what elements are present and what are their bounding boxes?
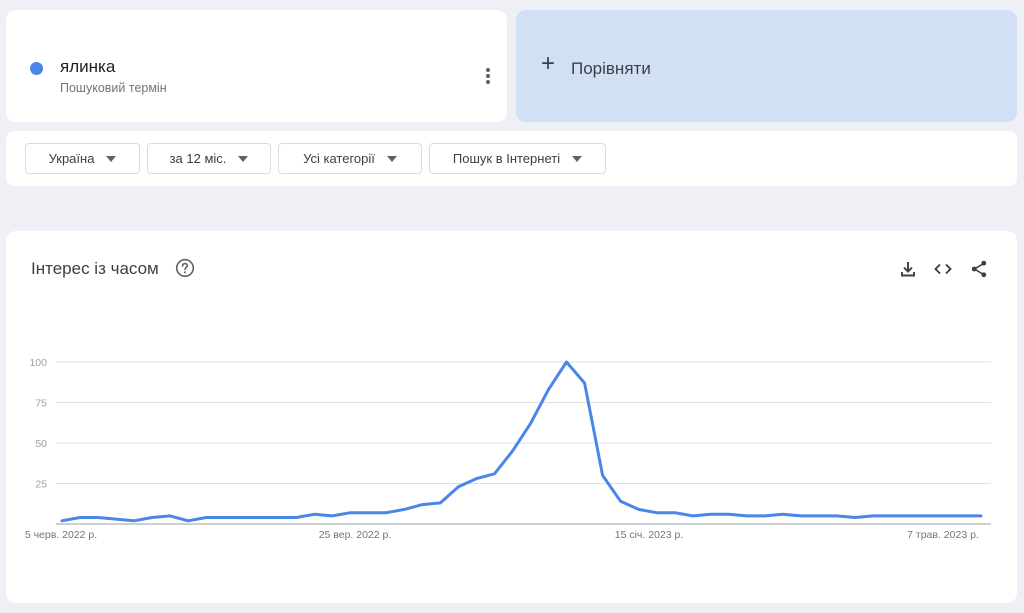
filter-search-type-label: Пошук в Інтернеті [452,151,561,166]
search-term-card: ялинка Пошуковий термін [6,10,507,122]
filter-region-dropdown[interactable]: Україна [25,143,140,174]
x-tick-label: 25 вер. 2022 р. [319,529,392,541]
x-tick-label: 15 січ. 2023 р. [615,529,684,541]
filter-category-label: Усі категорії [303,151,375,166]
caret-down-icon [106,155,117,162]
caret-down-icon [238,155,249,162]
x-tick-label: 5 черв. 2022 р. [25,529,97,541]
plus-icon: + [540,50,555,77]
filter-region-label: Україна [48,151,95,166]
series-color-dot [30,62,43,75]
search-term-subtitle: Пошуковий термін [60,81,167,95]
x-tick-label: 7 трав. 2023 р. [907,529,979,541]
y-tick-label: 25 [35,479,47,491]
filter-category-dropdown[interactable]: Усі категорії [278,143,422,174]
series-line [60,360,983,523]
filter-search-type-dropdown[interactable]: Пошук в Інтернеті [429,143,606,174]
search-term-name[interactable]: ялинка [60,57,115,77]
filter-bar: Україна за 12 міс. Усі категорії Пошук в… [6,131,1017,186]
caret-down-icon [572,155,583,162]
line-chart: 100 75 50 25 5 черв. 2022 р. 25 вер. 2022 р. 1… [25,357,991,541]
interest-over-time-card: Інтерес із часом 100 75 50 25 5 черв. 2022 р… [6,231,1017,603]
y-tick-label: 75 [35,398,47,410]
compare-label: Порівняти [571,59,651,78]
y-tick-label: 100 [29,357,47,369]
caret-down-icon [386,155,397,162]
more-vert-icon[interactable] [478,65,498,87]
compare-button[interactable]: + Порівняти [516,10,1017,122]
filter-period-label: за 12 міс. [169,151,227,166]
filter-period-dropdown[interactable]: за 12 міс. [147,143,271,174]
y-tick-label: 50 [35,438,47,450]
